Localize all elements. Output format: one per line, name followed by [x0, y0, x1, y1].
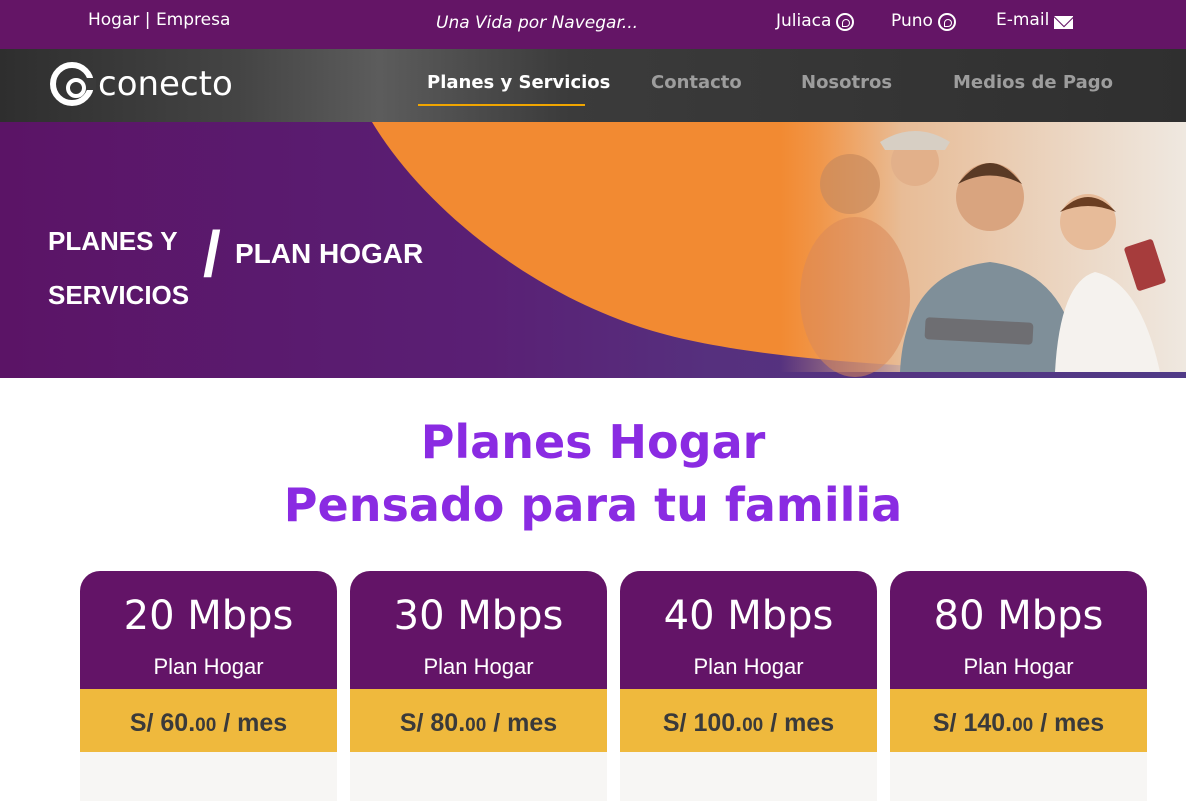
- plan-price: S/ 100.00 / mes: [620, 709, 877, 738]
- conecto-logo[interactable]: conecto: [50, 62, 233, 106]
- whatsapp-icon: [937, 13, 956, 31]
- logo-mark-icon: [50, 62, 96, 106]
- section-subtitle: Pensado para tu familia: [283, 478, 903, 532]
- empresa-link[interactable]: Empresa: [156, 10, 230, 30]
- plan-price-cents: 00: [742, 715, 764, 736]
- plan-price-main: S/ 140.: [932, 709, 1013, 737]
- plan-price: S/ 140.00 / mes: [890, 709, 1147, 738]
- plan-price-suffix: / mes: [486, 709, 558, 737]
- plan-card-header: 80 Mbps Plan Hogar: [890, 571, 1147, 689]
- segment-switch: Hogar | Empresa: [88, 10, 230, 30]
- plan-card-header: 30 Mbps Plan Hogar: [350, 571, 607, 689]
- email-link[interactable]: E-mail: [996, 10, 1074, 30]
- nav-contacto[interactable]: Contacto: [651, 72, 742, 93]
- hero-subtitle: PLAN HOGAR: [235, 238, 424, 269]
- plan-card-80mbps[interactable]: 80 Mbps Plan Hogar S/ 140.00 / mes: [890, 571, 1147, 801]
- plan-price-band: S/ 60.00 / mes: [80, 689, 337, 752]
- nav-nosotros[interactable]: Nosotros: [801, 72, 892, 93]
- plan-card-20mbps[interactable]: 20 Mbps Plan Hogar S/ 60.00 / mes: [80, 571, 337, 801]
- plan-price-suffix: / mes: [1033, 709, 1105, 737]
- email-icon: [1054, 15, 1074, 29]
- plan-speed: 80 Mbps: [933, 593, 1104, 639]
- plan-price-main: S/ 60.: [129, 709, 196, 737]
- plan-card-header: 40 Mbps Plan Hogar: [620, 571, 877, 689]
- active-nav-underline: [418, 104, 585, 106]
- plan-card-30mbps[interactable]: 30 Mbps Plan Hogar S/ 80.00 / mes: [350, 571, 607, 801]
- plan-price-cents: 00: [1012, 715, 1034, 736]
- plan-price-cents: 00: [195, 715, 217, 736]
- plan-name: Plan Hogar: [963, 654, 1074, 679]
- plan-price-band: S/ 140.00 / mes: [890, 689, 1147, 752]
- plan-price-cents: 00: [465, 715, 487, 736]
- plan-speed: 40 Mbps: [663, 593, 834, 639]
- plan-speed: 20 Mbps: [123, 593, 294, 639]
- plan-speed: 30 Mbps: [393, 593, 564, 639]
- hogar-link[interactable]: Hogar: [88, 10, 139, 30]
- segment-separator: |: [144, 10, 151, 30]
- nav-medios-de-pago[interactable]: Medios de Pago: [953, 72, 1113, 93]
- tagline: Una Vida por Navegar...: [436, 13, 639, 33]
- puno-label: Puno: [891, 10, 933, 31]
- plan-price-main: S/ 100.: [662, 709, 743, 737]
- plan-name: Plan Hogar: [423, 654, 534, 679]
- hero-heading-line2: SERVICIOS: [48, 280, 190, 310]
- plan-price: S/ 60.00 / mes: [80, 709, 337, 738]
- plan-price-main: S/ 80.: [399, 709, 466, 737]
- plan-price-suffix: / mes: [763, 709, 835, 737]
- hero-heading-line1: PLANES Y: [48, 226, 178, 256]
- plan-card-40mbps[interactable]: 40 Mbps Plan Hogar S/ 100.00 / mes: [620, 571, 877, 801]
- whatsapp-icon: [836, 13, 855, 31]
- plan-name: Plan Hogar: [693, 654, 804, 679]
- plan-card-header: 20 Mbps Plan Hogar: [80, 571, 337, 689]
- top-bar: Hogar | Empresa Una Vida por Navegar... …: [0, 0, 1186, 49]
- plan-price: S/ 80.00 / mes: [350, 709, 607, 738]
- section-title: Planes Hogar: [420, 415, 766, 469]
- hero-heading: PLANES Y SERVICIOS: [48, 214, 189, 322]
- juliaca-whatsapp-link[interactable]: Juliaca: [776, 10, 855, 31]
- main-navigation: conecto Planes y Servicios Contacto Noso…: [0, 49, 1186, 122]
- logo-text: conecto: [98, 64, 233, 104]
- plan-name: Plan Hogar: [153, 654, 264, 679]
- plan-price-suffix: / mes: [216, 709, 288, 737]
- plan-price-band: S/ 80.00 / mes: [350, 689, 607, 752]
- plan-price-band: S/ 100.00 / mes: [620, 689, 877, 752]
- nav-planes-y-servicios[interactable]: Planes y Servicios: [427, 72, 610, 93]
- hero-banner: PLANES Y SERVICIOS / PLAN HOGAR: [0, 122, 1186, 378]
- puno-whatsapp-link[interactable]: Puno: [891, 10, 956, 31]
- email-label: E-mail: [996, 10, 1050, 30]
- hero-slash: /: [203, 218, 221, 290]
- juliaca-label: Juliaca: [776, 10, 832, 31]
